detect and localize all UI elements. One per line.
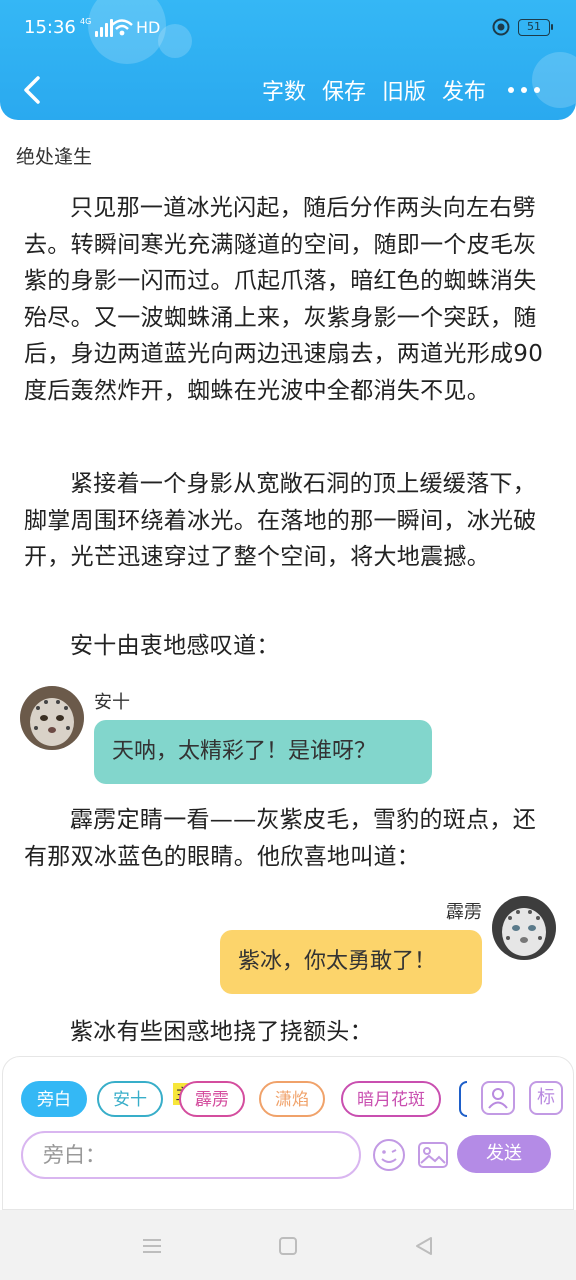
speaker-name: 霹雳 xyxy=(446,902,482,923)
avatar[interactable] xyxy=(20,686,84,750)
input-placeholder: 旁白： xyxy=(43,1143,106,1167)
user-icon[interactable] xyxy=(481,1081,515,1115)
back-triangle-icon[interactable] xyxy=(412,1234,436,1258)
dialogue-right xyxy=(492,896,556,960)
story-paragraph[interactable]: 紧接着一个身影从宽敞石洞的顶上缓缓落下，脚掌周围环绕着冰光。在落地的那一瞬间，冰… xyxy=(24,466,544,576)
story-content: 绝处逢生 只见那一道冰光闪起，随后分作两头向左右劈去。转瞬间寒光充满隧道的空间，… xyxy=(0,130,576,1050)
battery-icon: 51 xyxy=(518,18,553,36)
send-label: 发送 xyxy=(486,1143,522,1164)
story-paragraph[interactable]: 只见那一道冰光闪起，随后分作两头向左右劈去。转瞬间寒光充满隧道的空间，随即一个皮… xyxy=(24,190,544,409)
old-version-button[interactable]: 旧版 xyxy=(382,74,426,106)
story-paragraph[interactable]: 霹雳定睛一看——灰紫皮毛，雪豹的斑点，还有那双冰蓝色的眼睛。他欣喜地叫道： xyxy=(24,802,544,875)
battery-level: 51 xyxy=(527,19,541,33)
dialogue-left xyxy=(20,686,84,750)
save-button[interactable]: 保存 xyxy=(322,74,366,106)
editor-panel: 旁白 安十 主 霹雳 潇焰 暗月花斑 标 旁白： 发送 xyxy=(2,1056,574,1210)
dialogue-text: 天呐，太精彩了！是谁呀？ xyxy=(112,739,377,764)
status-bar: 15:36 4G HD 51 xyxy=(0,0,576,56)
chapter-title[interactable]: 绝处逢生 xyxy=(16,142,92,169)
app-header: 15:36 4G HD 51 字数 保存 旧版 发布 xyxy=(0,0,576,120)
story-paragraph[interactable]: 紫冰有些困惑地挠了挠额头： xyxy=(24,1014,544,1050)
snow-leopard-avatar xyxy=(492,896,556,960)
network-type: 4G xyxy=(80,17,92,26)
hd-indicator: HD xyxy=(136,18,161,37)
top-toolbar: 字数 保存 旧版 发布 xyxy=(0,64,576,116)
status-time: 15:36 xyxy=(24,17,76,38)
role-chip-narration[interactable]: 旁白 xyxy=(21,1081,87,1117)
dialogue-input[interactable]: 旁白： xyxy=(21,1131,361,1179)
dialogue-text: 紫冰，你太勇敢了！ xyxy=(238,949,437,974)
more-icon[interactable] xyxy=(508,76,540,104)
role-chip-anshi[interactable]: 安十 xyxy=(97,1081,163,1117)
role-chip-xiaoyan[interactable]: 潇焰 xyxy=(259,1081,325,1117)
publish-button[interactable]: 发布 xyxy=(442,74,486,106)
signal-icon: 4G xyxy=(80,17,114,37)
data-saver-icon xyxy=(492,18,510,36)
back-arrow-icon[interactable] xyxy=(14,70,54,110)
status-right: 51 xyxy=(492,18,553,36)
image-icon[interactable] xyxy=(415,1137,451,1173)
emoji-icon[interactable] xyxy=(371,1137,407,1173)
system-navigation-bar xyxy=(0,1210,576,1280)
send-button[interactable]: 发送 xyxy=(457,1135,551,1173)
tag-icon[interactable]: 标 xyxy=(529,1081,563,1115)
role-chip-anyuehuaban[interactable]: 暗月花斑 xyxy=(341,1081,441,1117)
dialogue-bubble[interactable]: 紫冰，你太勇敢了！ xyxy=(220,930,482,994)
role-chip-pili[interactable]: 霹雳 xyxy=(179,1081,245,1117)
snow-leopard-avatar xyxy=(20,686,84,750)
wifi-icon xyxy=(111,19,133,36)
home-icon[interactable] xyxy=(276,1234,300,1258)
dialogue-bubble[interactable]: 天呐，太精彩了！是谁呀？ xyxy=(94,720,432,784)
menu-icon[interactable] xyxy=(140,1234,164,1258)
speaker-name: 安十 xyxy=(94,692,130,713)
story-paragraph[interactable]: 安十由衷地感叹道： xyxy=(24,628,544,665)
tag-label: 标 xyxy=(537,1087,555,1108)
avatar[interactable] xyxy=(492,896,556,960)
role-chip-more[interactable] xyxy=(459,1081,467,1117)
toolbar-actions: 字数 保存 旧版 发布 xyxy=(262,74,486,106)
word-count-button[interactable]: 字数 xyxy=(262,74,306,106)
